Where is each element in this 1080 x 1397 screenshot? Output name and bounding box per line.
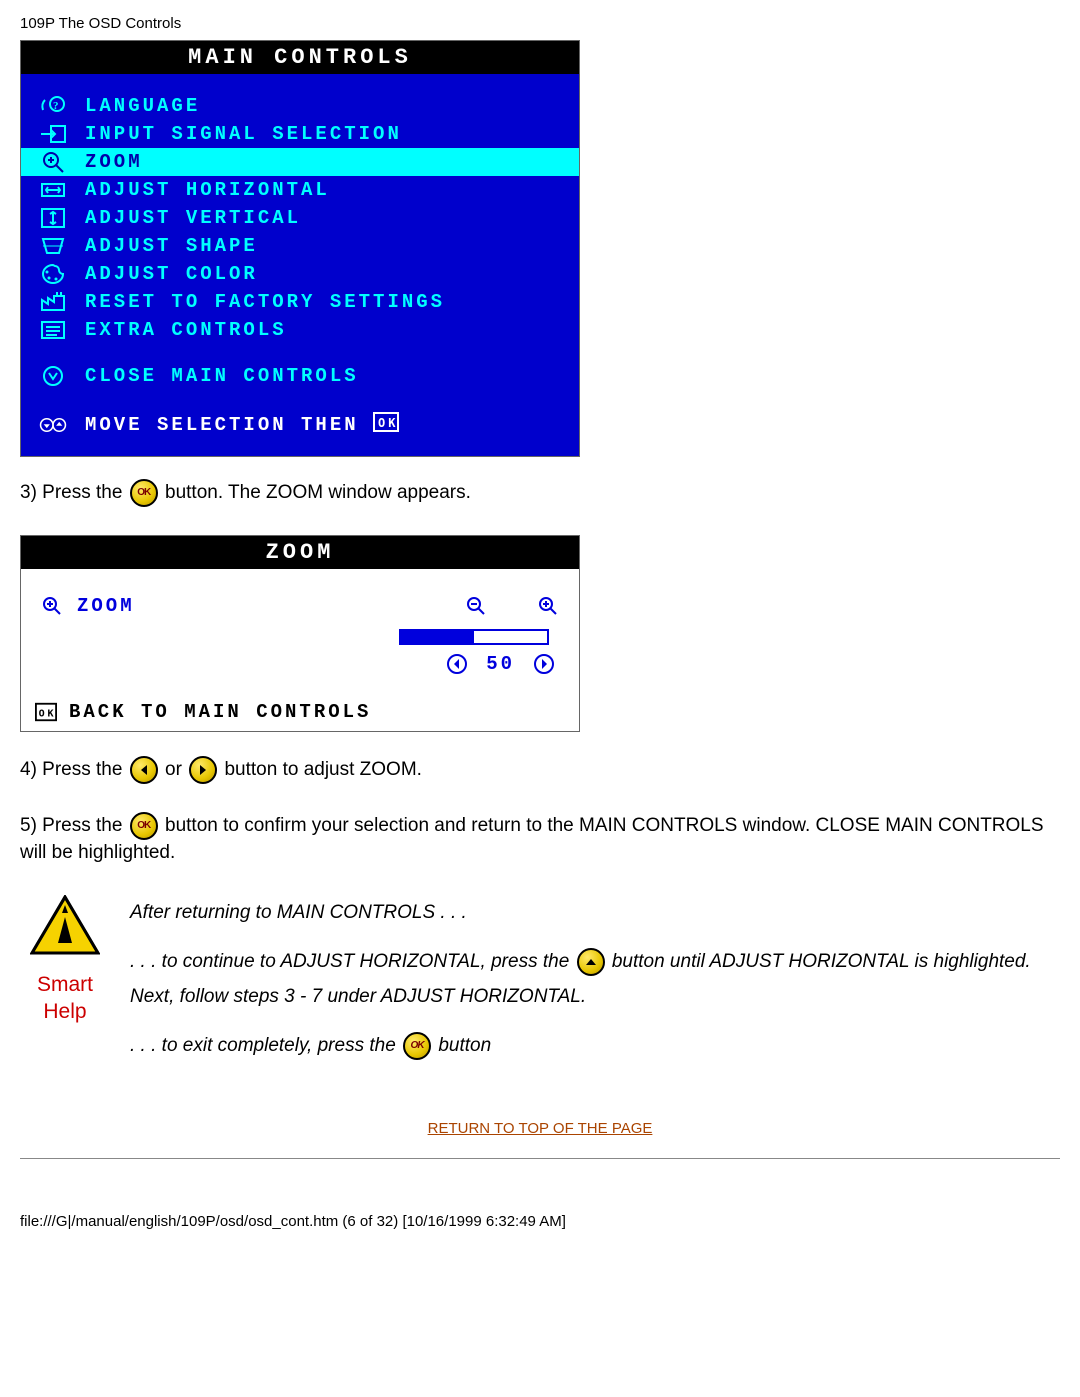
left-button-icon [130, 756, 158, 784]
menu-item-extra-controls[interactable]: EXTRA CONTROLS [21, 316, 579, 344]
svg-text:OK: OK [378, 416, 398, 430]
smart-help-p3: . . . to exit completely, press the OK b… [130, 1028, 1060, 1063]
ok-box-icon: OK [35, 701, 57, 723]
zoom-label-row: ZOOM [21, 587, 579, 625]
zoom-progress-bar [399, 629, 549, 645]
language-icon: ? [33, 94, 73, 118]
menu-item-zoom[interactable]: ZOOM [21, 148, 579, 176]
osd-footer: MOVE SELECTION THEN OK [21, 404, 579, 446]
right-button-icon [189, 756, 217, 784]
input-signal-icon [33, 122, 73, 146]
close-icon [33, 364, 73, 388]
footer-label: MOVE SELECTION THEN [85, 414, 359, 436]
return-to-top-link[interactable]: RETURN TO TOP OF THE PAGE [428, 1120, 653, 1137]
zoom-value: 50 [486, 653, 515, 675]
step-4: 4) Press the or button to adjust ZOOM. [20, 756, 1060, 784]
menu-label: CLOSE MAIN CONTROLS [85, 365, 359, 387]
step4-suffix: button to adjust ZOOM. [224, 759, 421, 780]
menu-item-adjust-vertical[interactable]: ADJUST VERTICAL [21, 204, 579, 232]
menu-label: ZOOM [85, 151, 143, 173]
step5-prefix: 5) Press the [20, 815, 128, 836]
menu-item-adjust-color[interactable]: ADJUST COLOR [21, 260, 579, 288]
warning-icon [30, 895, 100, 957]
left-arrow-icon[interactable] [446, 653, 468, 675]
menu-item-language[interactable]: ? LANGUAGE [21, 92, 579, 120]
zoom-value-row: 50 [21, 647, 579, 693]
menu-label: ADJUST HORIZONTAL [85, 179, 330, 201]
menu-label: ADJUST COLOR [85, 263, 258, 285]
step5-suffix: button to confirm your selection and ret… [20, 815, 1044, 863]
zoom-label: ZOOM [77, 595, 135, 617]
smart-help-p1: After returning to MAIN CONTROLS . . . [130, 895, 1060, 930]
adjust-horizontal-icon [33, 178, 73, 202]
step3-prefix: 3) Press the [20, 482, 128, 503]
smart-help-body: After returning to MAIN CONTROLS . . . .… [130, 895, 1060, 1078]
step3-suffix: button. The ZOOM window appears. [165, 482, 471, 503]
zoom-plus-icon [537, 595, 559, 617]
ok-button-icon: OK [130, 812, 158, 840]
zoom-bar-row [21, 625, 579, 647]
step4-mid: or [165, 759, 187, 780]
zoom-footer[interactable]: OK BACK TO MAIN CONTROLS [21, 693, 579, 731]
zoom-footer-label: BACK TO MAIN CONTROLS [69, 701, 371, 723]
menu-label: EXTRA CONTROLS [85, 319, 287, 341]
menu-label: INPUT SIGNAL SELECTION [85, 123, 402, 145]
step-3: 3) Press the OK button. The ZOOM window … [20, 479, 1060, 507]
smart-help-block: Smart Help After returning to MAIN CONTR… [20, 895, 1060, 1078]
smart-help-p2: . . . to continue to ADJUST HORIZONTAL, … [130, 944, 1060, 1014]
step4-prefix: 4) Press the [20, 759, 128, 780]
smart-help-label: Smart Help [37, 971, 93, 1026]
page-header: 109P The OSD Controls [20, 15, 1060, 32]
svg-text:?: ? [53, 100, 62, 112]
ok-button-icon: OK [403, 1032, 431, 1060]
osd-main-controls: MAIN CONTROLS ? LANGUAGE INPUT SIGNAL SE… [20, 40, 580, 457]
menu-item-adjust-shape[interactable]: ADJUST SHAPE [21, 232, 579, 260]
osd-zoom-window: ZOOM ZOOM [20, 535, 580, 732]
return-link-wrap: RETURN TO TOP OF THE PAGE [20, 1117, 1060, 1138]
osd-title: MAIN CONTROLS [21, 41, 579, 74]
menu-label: LANGUAGE [85, 95, 200, 117]
ok-button-icon: OK [130, 479, 158, 507]
menu-item-adjust-horizontal[interactable]: ADJUST HORIZONTAL [21, 176, 579, 204]
menu-label: ADJUST SHAPE [85, 235, 258, 257]
up-down-icon [33, 413, 73, 437]
zoom-title: ZOOM [21, 536, 579, 569]
adjust-color-icon [33, 262, 73, 286]
osd-body: ? LANGUAGE INPUT SIGNAL SELECTION ZOOM A… [21, 74, 579, 456]
svg-text:OK: OK [39, 709, 57, 720]
zoom-out-icon [465, 595, 487, 617]
divider [20, 1158, 1060, 1159]
menu-label: ADJUST VERTICAL [85, 207, 301, 229]
menu-item-close[interactable]: CLOSE MAIN CONTROLS [21, 362, 579, 390]
footer-path: file:///G|/manual/english/109P/osd/osd_c… [20, 1209, 1060, 1234]
adjust-shape-icon [33, 234, 73, 258]
up-button-icon [577, 948, 605, 976]
menu-item-input-signal[interactable]: INPUT SIGNAL SELECTION [21, 120, 579, 148]
zoom-icon [33, 150, 73, 174]
step-5: 5) Press the OK button to confirm your s… [20, 812, 1060, 867]
right-arrow-icon[interactable] [533, 653, 555, 675]
adjust-vertical-icon [33, 206, 73, 230]
menu-item-reset-factory[interactable]: RESET TO FACTORY SETTINGS [21, 288, 579, 316]
factory-icon [33, 290, 73, 314]
ok-glyph-icon: OK [373, 412, 399, 438]
menu-label: RESET TO FACTORY SETTINGS [85, 291, 445, 313]
zoom-in-icon [41, 595, 63, 617]
extra-controls-icon [33, 318, 73, 342]
